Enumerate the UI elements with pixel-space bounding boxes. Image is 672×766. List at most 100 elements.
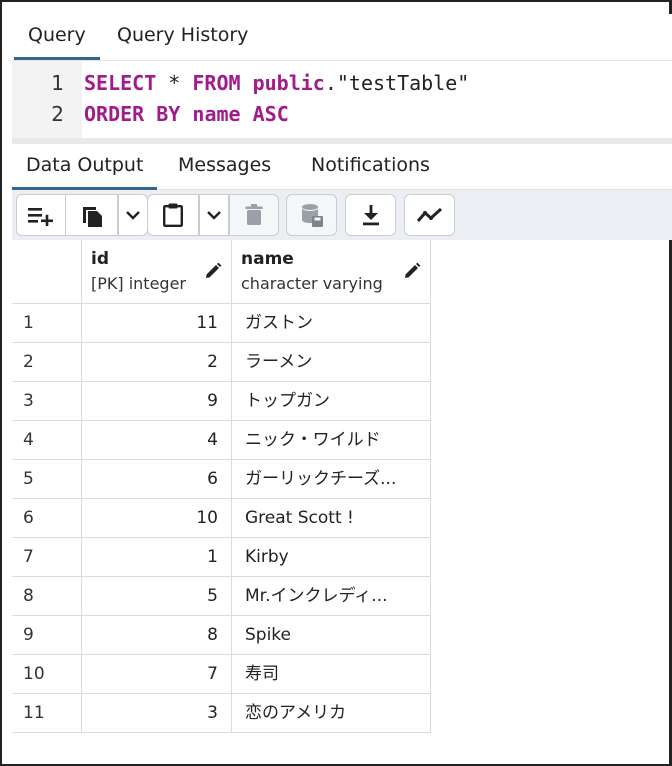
code-line-1: SELECT * FROM public."testTable"	[84, 71, 469, 95]
copy-options-dropdown[interactable]	[118, 194, 148, 236]
sql-editor[interactable]: 1 2 SELECT * FROM public."testTable" ORD…	[12, 60, 672, 139]
table-row[interactable]: 10 7 寿司	[12, 655, 431, 694]
save-data-button[interactable]	[286, 194, 337, 236]
sql-keyword: ORDER	[84, 102, 145, 126]
column-header-id[interactable]: id [PK] integer	[82, 240, 232, 304]
download-button[interactable]	[345, 194, 396, 236]
cell-id[interactable]: 11	[82, 304, 232, 343]
row-number[interactable]: 3	[12, 382, 82, 421]
table-row[interactable]: 5 6 ガーリックチーズ...	[12, 460, 431, 499]
row-number[interactable]: 4	[12, 421, 82, 460]
data-toolbar	[12, 190, 672, 240]
paste-button[interactable]	[147, 194, 199, 236]
grid-header: id [PK] integer name character varying	[12, 240, 431, 304]
cell-id[interactable]: 9	[82, 382, 232, 421]
sql-keyword: FROM	[192, 71, 241, 95]
cell-name[interactable]: 恋のアメリカ	[232, 694, 431, 733]
row-number[interactable]: 7	[12, 538, 82, 577]
cell-name[interactable]: ガーリックチーズ...	[232, 460, 431, 499]
sql-keyword: name	[192, 102, 241, 126]
cell-name[interactable]: ラーメン	[232, 343, 431, 382]
add-row-icon	[26, 204, 56, 226]
sql-text: *	[156, 71, 193, 95]
tab-messages[interactable]: Messages	[164, 144, 285, 190]
column-type: character varying	[241, 274, 383, 293]
cell-name[interactable]: ガストン	[232, 304, 431, 343]
cell-name[interactable]: トップガン	[232, 382, 431, 421]
result-tabs: Data Output Messages Notifications	[12, 144, 672, 190]
table-row[interactable]: 2 2 ラーメン	[12, 343, 431, 382]
row-number[interactable]: 2	[12, 343, 82, 382]
code-line-2: ORDER BY name ASC	[84, 102, 289, 126]
graph-visualiser-button[interactable]	[404, 194, 455, 236]
cell-name[interactable]: 寿司	[232, 655, 431, 694]
row-number[interactable]: 11	[12, 694, 82, 733]
table-row[interactable]: 8 5 Mr.インクレディ...	[12, 577, 431, 616]
sql-keyword: ASC	[252, 102, 289, 126]
cell-name[interactable]: Mr.インクレディ...	[232, 577, 431, 616]
code-area[interactable]: SELECT * FROM public."testTable" ORDER B…	[82, 61, 672, 139]
tab-query[interactable]: Query	[14, 14, 100, 60]
cell-id[interactable]: 10	[82, 499, 232, 538]
cell-id[interactable]: 1	[82, 538, 232, 577]
delete-row-button[interactable]	[229, 194, 279, 236]
paste-options-dropdown[interactable]	[199, 194, 229, 236]
row-number[interactable]: 9	[12, 616, 82, 655]
chevron-down-icon	[125, 209, 141, 221]
result-grid: id [PK] integer name character varying 1…	[12, 240, 431, 733]
row-number[interactable]: 6	[12, 499, 82, 538]
table-row[interactable]: 9 8 Spike	[12, 616, 431, 655]
cell-id[interactable]: 8	[82, 616, 232, 655]
download-icon	[360, 203, 382, 227]
table-row[interactable]: 3 9 トップガン	[12, 382, 431, 421]
line-number: 1	[51, 71, 64, 95]
table-row[interactable]: 1 11 ガストン	[12, 304, 431, 343]
cell-id[interactable]: 7	[82, 655, 232, 694]
cell-name[interactable]: Great Scott !	[232, 499, 431, 538]
add-row-button[interactable]	[16, 194, 66, 236]
sql-keyword: public	[252, 71, 325, 95]
cell-name[interactable]: ニック・ワイルド	[232, 421, 431, 460]
column-type: [PK] integer	[91, 274, 186, 293]
edit-pencil-icon	[403, 262, 421, 284]
row-number[interactable]: 1	[12, 304, 82, 343]
edit-pencil-icon	[204, 262, 222, 284]
cell-id[interactable]: 4	[82, 421, 232, 460]
cell-id[interactable]: 3	[82, 694, 232, 733]
cell-id[interactable]: 2	[82, 343, 232, 382]
row-number-header	[12, 240, 82, 304]
cell-id[interactable]: 6	[82, 460, 232, 499]
table-row[interactable]: 4 4 ニック・ワイルド	[12, 421, 431, 460]
tab-notifications[interactable]: Notifications	[297, 144, 444, 190]
line-number: 2	[51, 102, 64, 126]
row-number[interactable]: 10	[12, 655, 82, 694]
table-row[interactable]: 7 1 Kirby	[12, 538, 431, 577]
line-number-gutter: 1 2	[12, 61, 82, 139]
chevron-down-icon	[206, 209, 222, 221]
column-header-name[interactable]: name character varying	[232, 240, 431, 304]
column-name: name	[241, 249, 294, 269]
cell-id[interactable]: 5	[82, 577, 232, 616]
table-row[interactable]: 6 10 Great Scott !	[12, 499, 431, 538]
sql-text: ."testTable"	[324, 71, 470, 95]
cell-name[interactable]: Kirby	[232, 538, 431, 577]
row-number[interactable]: 8	[12, 577, 82, 616]
sql-keyword: SELECT	[84, 71, 157, 95]
column-name: id	[91, 249, 109, 269]
graph-icon	[416, 205, 444, 225]
row-number[interactable]: 5	[12, 460, 82, 499]
tab-query-history[interactable]: Query History	[103, 14, 262, 60]
save-data-icon	[300, 202, 324, 228]
paste-icon	[162, 202, 184, 228]
cell-name[interactable]: Spike	[232, 616, 431, 655]
copy-icon	[80, 202, 104, 228]
tab-data-output[interactable]: Data Output	[12, 144, 158, 190]
delete-icon	[244, 203, 264, 227]
sql-keyword: BY	[156, 102, 181, 126]
table-row[interactable]: 11 3 恋のアメリカ	[12, 694, 431, 733]
copy-button[interactable]	[66, 194, 118, 236]
